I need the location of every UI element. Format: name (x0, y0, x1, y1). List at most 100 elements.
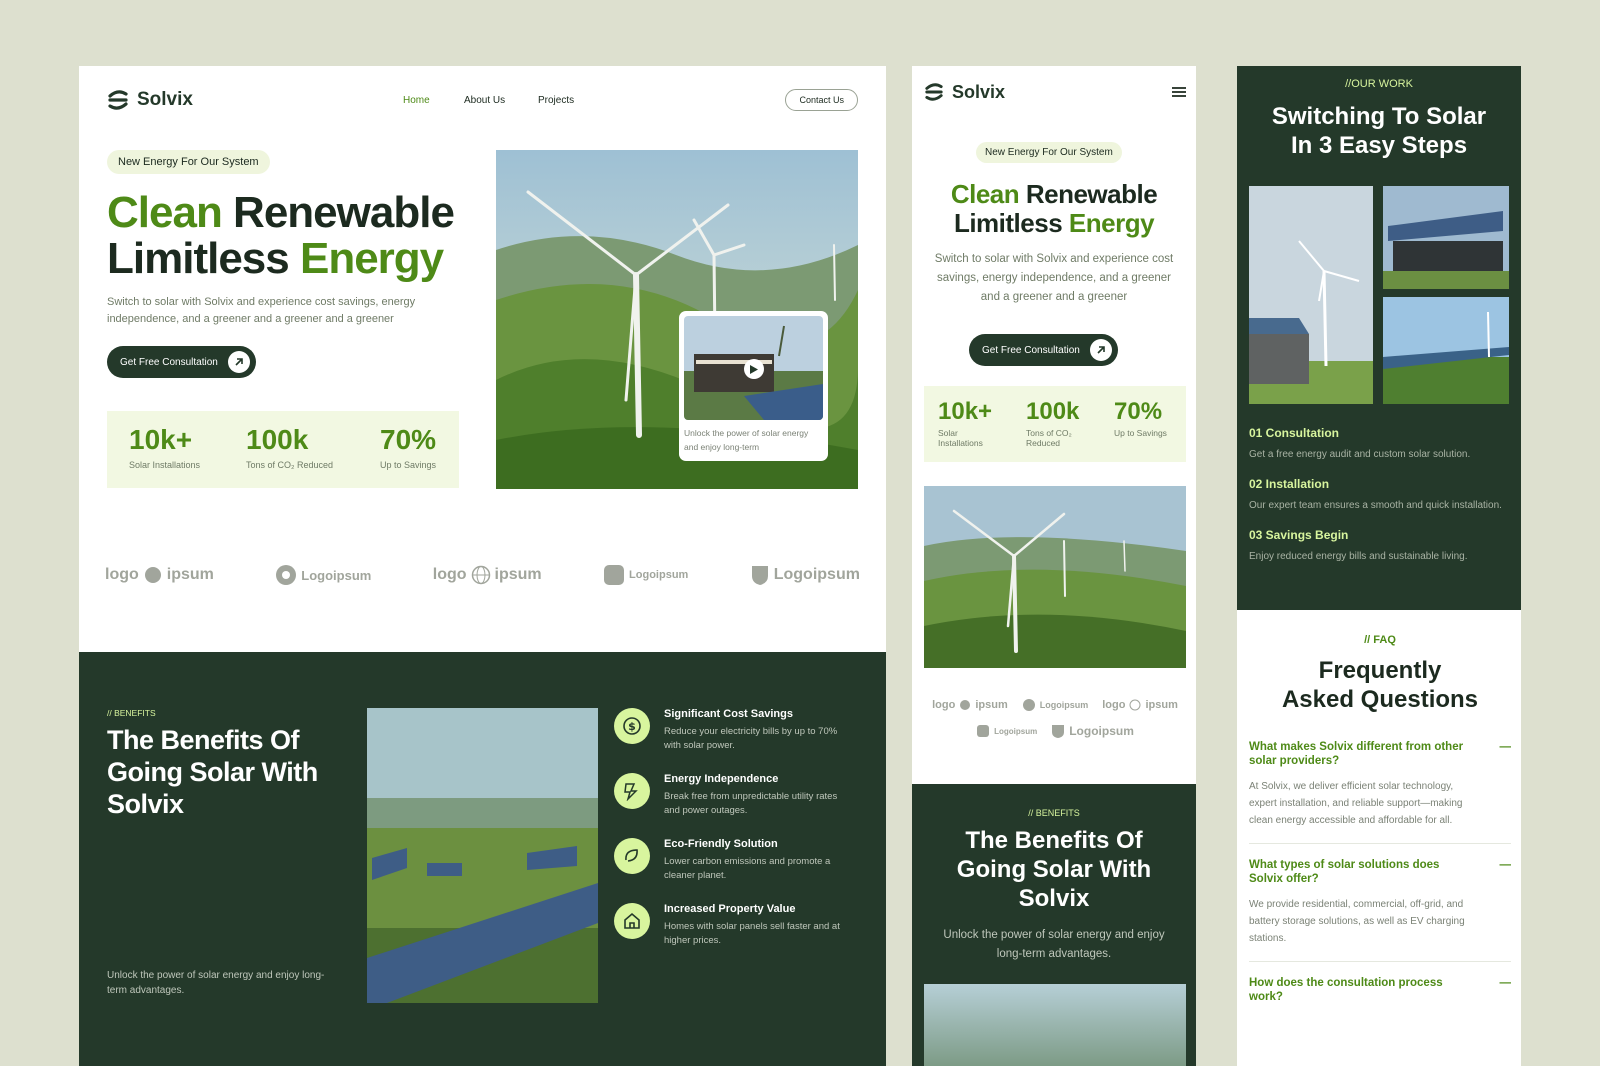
work-steps: 01 Consultation Get a free energy audit … (1249, 426, 1511, 565)
solvix-logo-icon (925, 83, 943, 101)
hamburger-menu-icon[interactable] (1172, 86, 1186, 98)
face-icon (604, 565, 625, 585)
work-step: 01 Consultation Get a free energy audit … (1249, 426, 1511, 463)
minus-icon[interactable]: — (1500, 740, 1512, 768)
our-work-section: //OUR WORK Switching To Solar In 3 Easy … (1237, 66, 1521, 610)
stat-label: Tons of CO₂ Reduced (246, 460, 334, 470)
benefit-title: Increased Property Value (664, 903, 796, 915)
stat-value: 100k (1026, 398, 1080, 425)
stat-value: 100k (246, 424, 309, 455)
work-step: 03 Savings Begin Enjoy reduced energy bi… (1249, 528, 1511, 565)
faq-answer: At Solvix, we deliver efficient solar te… (1249, 781, 1463, 826)
solvix-logo-icon (108, 90, 128, 110)
benefits-title: The Benefits Of Going Solar With Solvix (107, 725, 318, 819)
house-solar-thumbnail (684, 316, 823, 420)
partner-logo: logo ipsum (1102, 699, 1178, 711)
cta-button[interactable]: Get Free Consultation (107, 346, 256, 378)
stats-bar: 10k+ Solar Installations 100k Tons of CO₂ … (107, 411, 459, 488)
partner-logo: Logoipsum (603, 564, 688, 586)
stat-value: 70% (1114, 398, 1163, 425)
partner-logo: Logoipsum (1051, 724, 1134, 738)
minus-icon[interactable]: — (1500, 858, 1512, 886)
step-title: 01 Consultation (1249, 426, 1340, 440)
faq-question[interactable]: What types of solar solutions does Solvi… (1249, 858, 1474, 886)
cta-button[interactable]: Get Free Consultation (969, 334, 1118, 366)
hero-title: Clean Renewable Limitless Energy (107, 188, 455, 283)
partner-logo: Logoipsum (275, 564, 371, 586)
faq-list: What makes Solvix different from other s… (1249, 740, 1511, 1004)
step-title: 02 Installation (1249, 477, 1330, 491)
faq-question[interactable]: How does the consultation process work? (1249, 976, 1474, 1004)
stat-label: Reduced (1026, 438, 1061, 448)
nav-projects[interactable]: Projects (538, 95, 574, 106)
contact-button[interactable]: Contact Us (785, 89, 858, 111)
stat-label: Solar Installations (129, 460, 201, 470)
benefits-tag: // BENEFITS (107, 708, 156, 718)
partner-logo: logo ipsum (932, 699, 1008, 711)
faq-item[interactable]: What makes Solvix different from other s… (1249, 740, 1511, 829)
benefits-title: The Benefits Of Going Solar With Solvix (956, 827, 1152, 912)
faq-item[interactable]: How does the consultation process work? — (1249, 976, 1511, 1004)
mobile-hero-title: Clean Renewable Limitless Energy (950, 179, 1158, 238)
stat-value: 10k+ (938, 398, 993, 425)
partner-logos: logo ipsum Logoipsum logo ipsum Logoipsum … (105, 560, 860, 590)
benefits-section: // BENEFITS The Benefits Of Going Solar … (79, 652, 886, 1066)
faq-answer: We provide residential, commercial, off-… (1249, 899, 1465, 944)
desktop-mockup: Solvix Home About Us Projects Contact Us… (79, 66, 886, 1066)
solar-canopy-image (1383, 297, 1509, 404)
arrow-up-right-icon (227, 351, 250, 373)
arrow-up-right-icon (1089, 339, 1112, 361)
hero-description: Switch to solar with Solvix and experien… (107, 296, 416, 325)
mobile-solar-field-image (924, 984, 1186, 1066)
benefits-subtitle: Unlock the power of solar energy and enj… (943, 929, 1165, 960)
partner-logo: Logoipsum (750, 564, 860, 586)
turbine-house-image (1249, 186, 1373, 404)
dollar-icon: $ (614, 708, 650, 744)
partner-logo: logo ipsum (105, 566, 214, 583)
work-step: 02 Installation Our expert team ensures … (1249, 477, 1511, 514)
hero-wind-turbine-image: Unlock the power of solar energy and enj… (496, 150, 858, 489)
faq-section: // FAQ Frequently Asked Questions What m… (1249, 634, 1511, 1004)
stat-label: Installations (938, 438, 983, 448)
nav-about[interactable]: About Us (464, 95, 505, 106)
play-button-icon[interactable] (744, 359, 764, 379)
divider (1249, 961, 1511, 962)
benefits-list: $ Significant Cost Savings Reduce your el… (614, 708, 854, 968)
cta-label: Get Free Consultation (120, 356, 218, 368)
mobile-wind-turbine-image (924, 486, 1186, 668)
brand-name[interactable]: Solvix (952, 82, 1005, 103)
benefit-title: Significant Cost Savings (664, 708, 793, 720)
svg-text:$: $ (628, 720, 636, 733)
minus-icon[interactable]: — (1500, 976, 1512, 1004)
benefit-item: Eco-Friendly Solution Lower carbon emissi… (614, 838, 854, 883)
desktop-header: Solvix Home About Us Projects Contact Us (107, 82, 858, 118)
mobile-stats-bar: 10k+ Solar Installations 100k Tons of CO₂ Re… (924, 386, 1186, 462)
nav-home[interactable]: Home (403, 95, 430, 106)
partner-logo: Logoipsum (1022, 698, 1088, 712)
step-desc: Our expert team ensures a smooth and qui… (1249, 500, 1502, 511)
work-tag: //OUR WORK (1345, 78, 1413, 90)
faq-item[interactable]: What types of solar solutions does Solvi… (1249, 858, 1511, 947)
benefits-tag: // BENEFITS (1028, 808, 1080, 818)
benefits-subtitle: Unlock the power of solar energy and enj… (107, 970, 325, 996)
shield-icon (751, 566, 768, 585)
video-card[interactable]: Unlock the power of solar energy and enj… (679, 311, 828, 461)
cta-label: Get Free Consultation (982, 344, 1080, 356)
benefit-desc: Lower carbon emissions and promote a cle… (664, 856, 831, 881)
faq-title: Frequently Asked Questions (1281, 657, 1479, 713)
home-icon (614, 903, 650, 939)
power-icon (614, 773, 650, 809)
step-desc: Enjoy reduced energy bills and sustainab… (1249, 551, 1468, 562)
work-faq-mockup: //OUR WORK Switching To Solar In 3 Easy … (1237, 66, 1521, 1066)
lion-icon (144, 567, 161, 583)
step-desc: Get a free energy audit and custom solar… (1249, 449, 1471, 460)
benefit-desc: Reduce your electricity bills by up to 7… (664, 726, 838, 751)
benefit-item: Increased Property Value Homes with solar… (614, 903, 854, 948)
flower-icon (276, 565, 297, 585)
faq-tag: // FAQ (1364, 634, 1396, 646)
partner-logo: Logoipsum (976, 724, 1037, 738)
faq-question[interactable]: What makes Solvix different from other s… (1249, 740, 1474, 768)
brand-name[interactable]: Solvix (137, 89, 193, 111)
stat-value: 70% (380, 424, 437, 455)
globe-icon (471, 565, 490, 585)
